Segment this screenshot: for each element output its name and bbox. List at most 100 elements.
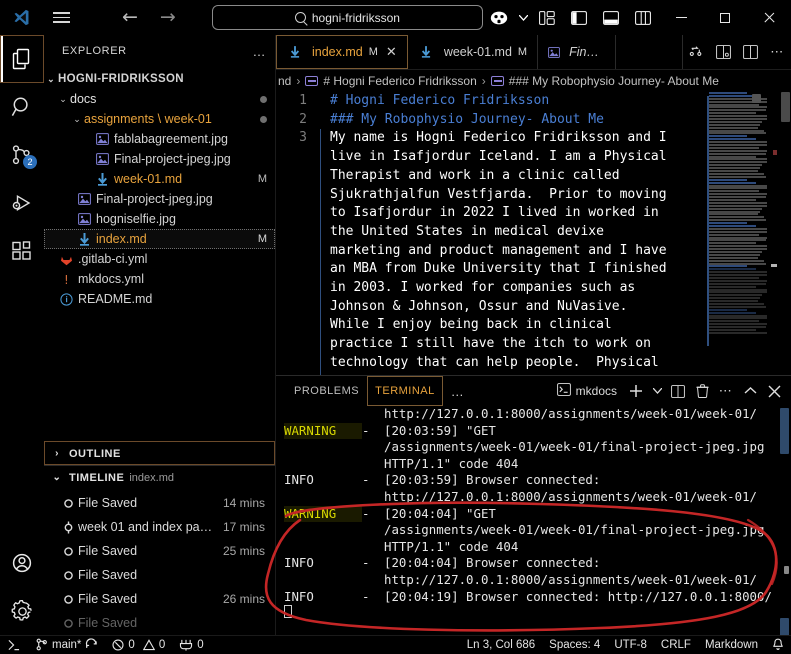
editor-position-status[interactable]: Ln 3, Col 686: [460, 636, 542, 654]
forward-arrow-icon[interactable]: →: [160, 8, 176, 27]
remote-explorer-icon[interactable]: [483, 0, 515, 35]
chevron-down-icon: ⌄: [73, 113, 81, 124]
activity-item-search[interactable]: [0, 83, 44, 131]
terminal-message: [20:03:59] "GET: [384, 422, 496, 438]
window-maximize-button[interactable]: [703, 0, 747, 35]
panel-more-views-icon[interactable]: …: [443, 384, 474, 399]
close-icon[interactable]: ✕: [386, 44, 397, 60]
activity-item-explorer[interactable]: [0, 35, 44, 83]
panel-more-actions-icon[interactable]: ⋯: [715, 378, 737, 404]
language-mode-status[interactable]: Markdown: [698, 636, 765, 654]
tree-item-index-md[interactable]: index.md M: [44, 229, 275, 249]
toggle-panel-icon[interactable]: [595, 0, 627, 35]
close-panel-icon[interactable]: [763, 378, 785, 404]
breadcrumb-segment-file[interactable]: nd: [278, 74, 291, 88]
activity-item-run-and-debug[interactable]: [0, 179, 44, 227]
code-line: technology that can help people. Physica…: [330, 354, 659, 370]
toggle-secondary-sidebar-icon[interactable]: [627, 0, 659, 35]
tree-item-assignments[interactable]: ⌄ assignments \ week-01: [44, 109, 275, 129]
tree-item-week-01-md[interactable]: week-01.md M: [44, 169, 275, 189]
sidebar-header: EXPLORER …: [44, 35, 275, 67]
timeline-item[interactable]: File Saved 26 mins: [44, 587, 275, 611]
panel-actions: mkdocs ⋯: [551, 378, 791, 404]
sidebar-section-outline[interactable]: › OUTLINE: [44, 441, 275, 465]
menu-hamburger-button[interactable]: [43, 9, 80, 27]
title-bar: ← → hogni-fridriksson: [0, 0, 791, 35]
tree-item-final-project-jpeg[interactable]: Final-project-jpeg.jpg: [44, 189, 275, 209]
toggle-primary-sidebar-icon[interactable]: [531, 0, 563, 35]
breadcrumb-segment-h3[interactable]: ### My Robophysio Journey- About Me: [509, 74, 719, 88]
timeline-item-label: File Saved: [78, 544, 138, 558]
terminal-line: /assignments/week-01/week-01/final-proje…: [284, 522, 791, 539]
problems-status[interactable]: 0 0: [105, 636, 172, 654]
tree-item-readme[interactable]: README.md: [44, 289, 275, 309]
maximize-panel-icon[interactable]: [739, 378, 761, 404]
chevron-down-icon[interactable]: [649, 378, 665, 404]
terminal-line: WARNING - [20:03:59] "GET: [284, 422, 791, 440]
sidebar-section-timeline[interactable]: ⌄ TIMELINE index.md: [44, 465, 275, 489]
chevron-down-icon[interactable]: [515, 0, 531, 35]
tree-item-gitlab-ci[interactable]: .gitlab-ci.yml: [44, 249, 275, 269]
window-minimize-button[interactable]: [659, 0, 703, 35]
panel-tab-terminal[interactable]: TERMINAL: [367, 376, 443, 406]
symbol-string-icon: [490, 76, 504, 86]
eol-status[interactable]: CRLF: [654, 636, 698, 654]
tree-item-mkdocs-yml[interactable]: ! mkdocs.yml: [44, 269, 275, 289]
code-line: in 2003. I worked for companies such as: [330, 280, 636, 296]
code-line: While I enjoy being back in clinical: [330, 317, 612, 333]
kill-terminal-icon[interactable]: [691, 378, 713, 404]
tree-item-fablabagreement[interactable]: fablabagreement.jpg: [44, 129, 275, 149]
editor-more-actions-icon[interactable]: ⋯: [764, 35, 791, 70]
terminal-message: [20:03:59] Browser connected:: [384, 472, 601, 488]
terminal-dash: -: [362, 555, 370, 571]
gear-icon: [11, 599, 34, 623]
git-branch-status[interactable]: main*: [28, 636, 105, 654]
new-terminal-icon[interactable]: [625, 378, 647, 404]
tab-week-01-md[interactable]: week-01.md M: [408, 35, 539, 69]
activity-item-extensions[interactable]: [0, 227, 44, 275]
terminal-level: [284, 406, 362, 423]
tree-item-final-project-jpeg-nested[interactable]: Final-project-jpeg.jpg: [44, 149, 275, 169]
editor-area: index.md M ✕ week-01.md M Final-project: [276, 35, 791, 635]
timeline-item[interactable]: week 01 and index pa… 17 mins: [44, 515, 275, 539]
quick-open-search[interactable]: hogni-fridriksson: [211, 5, 483, 30]
back-arrow-icon[interactable]: ←: [122, 8, 138, 27]
timeline-item[interactable]: File Saved 14 mins: [44, 491, 275, 515]
run-markdown-preview-icon[interactable]: [683, 35, 710, 70]
split-editor-right-icon[interactable]: [710, 35, 737, 70]
timeline-item[interactable]: File Saved 25 mins: [44, 539, 275, 563]
code-lines[interactable]: # Hogni Federico Fridriksson ### My Robo…: [316, 92, 703, 375]
activity-item-settings[interactable]: [0, 587, 44, 635]
editor-vertical-scrollbar[interactable]: [779, 92, 791, 375]
code-editor[interactable]: 1 2 3 # Hogni Federico Fridriksson ### M…: [276, 92, 791, 375]
split-editor-icon[interactable]: [737, 35, 764, 70]
toggle-sidebar-left-icon[interactable]: [563, 0, 595, 35]
tree-root-folder[interactable]: ⌄ HOGNI-FRIDRIKSSON: [44, 69, 275, 89]
activity-item-source-control[interactable]: 2: [0, 131, 44, 179]
notifications-bell-icon[interactable]: [765, 636, 791, 654]
panel-tab-problems[interactable]: PROBLEMS: [286, 376, 367, 406]
encoding-status[interactable]: UTF-8: [607, 636, 654, 654]
terminal-output[interactable]: http://127.0.0.1:8000/assignments/week-0…: [276, 406, 791, 635]
remote-indicator[interactable]: [0, 636, 28, 654]
tree-item-hogniselfie[interactable]: hogniselfie.jpg: [44, 209, 275, 229]
indentation-status[interactable]: Spaces: 4: [542, 636, 607, 654]
code-line: the United States in medical devixe: [330, 223, 604, 239]
activity-item-accounts[interactable]: [0, 539, 44, 587]
timeline-item[interactable]: File Saved: [44, 611, 275, 635]
terminal-cursor: [284, 605, 292, 619]
code-line: live in Isafjordur Iceland. I am a Physi…: [330, 149, 667, 165]
split-terminal-icon[interactable]: [667, 378, 689, 404]
ports-status[interactable]: 0: [172, 636, 210, 654]
breadcrumb-segment-h1[interactable]: # Hogni Federico Fridriksson: [323, 74, 476, 88]
terminal-line: INFO - [20:04:19] Browser connected: htt…: [284, 589, 791, 606]
editor-minimap[interactable]: [703, 92, 779, 375]
window-close-button[interactable]: [747, 0, 791, 35]
tree-item-docs[interactable]: ⌄ docs: [44, 89, 275, 109]
tab-index-md[interactable]: index.md M ✕: [276, 35, 408, 69]
sidebar-more-actions-icon[interactable]: …: [253, 44, 268, 59]
tab-final-project[interactable]: Final-project: [538, 35, 617, 69]
terminal-selector[interactable]: mkdocs: [551, 383, 623, 399]
timeline-item[interactable]: File Saved: [44, 563, 275, 587]
markdown-file-icon: [76, 232, 93, 246]
